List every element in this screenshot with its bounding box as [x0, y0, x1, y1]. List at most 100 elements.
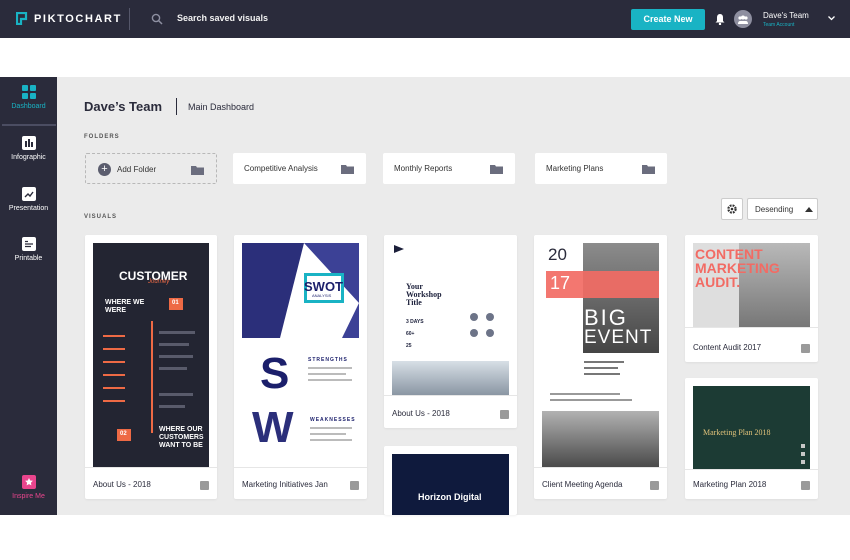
card-divider — [85, 467, 217, 468]
printable-icon — [21, 237, 36, 251]
sidebar-item-infographic[interactable]: Infographic — [0, 136, 57, 161]
search-icon[interactable] — [151, 13, 163, 25]
bell-icon[interactable] — [715, 13, 725, 25]
logo[interactable]: PIKTOCHART — [16, 12, 122, 25]
inspire-me-label: Inspire Me — [12, 493, 45, 500]
thumb-text: 3 DAYS — [406, 319, 424, 325]
card-divider — [685, 469, 818, 470]
chevron-down-icon[interactable] — [828, 15, 835, 21]
sidebar-item-label: Dashboard — [11, 103, 46, 110]
card-divider — [685, 327, 818, 328]
card-divider — [234, 467, 367, 468]
thumbnail: CUSTOMER Journey WHERE WE WERE 01 02 WHE… — [93, 243, 209, 467]
visuals-label: VISUALS — [84, 214, 118, 220]
presentation-icon — [21, 187, 36, 201]
thumb-heading: WHERE WE WERE — [105, 299, 145, 314]
folder-item[interactable]: Marketing Plans — [535, 153, 667, 184]
thumb-logo — [394, 245, 404, 253]
team-account-label: Team Account — [763, 22, 795, 28]
team-name[interactable]: Dave's Team — [763, 11, 809, 20]
avatar[interactable] — [734, 10, 752, 28]
sidebar-divider — [2, 124, 56, 126]
top-bar: PIKTOCHART Search saved visuals Create N… — [0, 0, 850, 38]
card-caption: About Us - 2018 — [392, 409, 450, 418]
thumbnail: CONTENT MARKETING AUDIT. — [693, 243, 810, 327]
folder-name: Monthly Reports — [394, 164, 453, 173]
gear-icon — [727, 204, 737, 214]
thumb-badge: 01 — [172, 300, 179, 306]
infographic-icon — [350, 481, 359, 490]
card-divider — [534, 467, 667, 468]
folder-item[interactable]: Competitive Analysis — [233, 153, 366, 184]
thumbnail: Your Workshop Title 3 DAYS 60+ 25 — [392, 243, 509, 395]
sidebar-item-label: Presentation — [8, 205, 49, 212]
thumb-text: 20 — [548, 245, 567, 264]
add-folder-label: Add Folder — [117, 165, 157, 174]
presentation-icon — [801, 344, 810, 353]
create-new-button[interactable]: Create New — [631, 9, 705, 30]
sidebar-item-dashboard[interactable]: Dashboard — [0, 85, 57, 110]
thumb-title: CONTENT MARKETING AUDIT. — [695, 246, 780, 290]
card-caption: About Us - 2018 — [93, 480, 151, 489]
folder-item[interactable]: Monthly Reports — [383, 153, 515, 184]
thumb-title: Horizon Digital — [418, 492, 482, 502]
thumb-title: SWOT — [304, 279, 343, 294]
thumb-subtitle: ANALYSIS — [312, 293, 332, 298]
sort-label: Desending — [755, 205, 794, 214]
add-folder-button[interactable]: + Add Folder — [85, 153, 217, 184]
team-avatar-icon — [738, 15, 748, 24]
search-input[interactable]: Search saved visuals — [177, 13, 268, 23]
thumb-letter: S — [260, 349, 290, 398]
folder-name: Marketing Plans — [546, 164, 604, 173]
visual-card[interactable]: CONTENT MARKETING AUDIT. Content Audit 2… — [685, 235, 818, 362]
folder-icon — [490, 165, 503, 174]
folder-name: Competitive Analysis — [244, 164, 318, 173]
thumb-letter: W — [252, 403, 294, 452]
visual-card[interactable]: SWOT ANALYSIS S STRENGTHS W WEAKNESSES M… — [234, 235, 367, 499]
sidebar-item-presentation[interactable]: Presentation — [0, 187, 57, 212]
breadcrumb-divider — [176, 98, 177, 115]
infographic-icon — [200, 481, 209, 490]
thumb-text: 17 — [550, 273, 571, 293]
infographic-icon — [650, 481, 659, 490]
visual-card[interactable]: Your Workshop Title 3 DAYS 60+ 25 About … — [384, 235, 517, 428]
inspire-me-button[interactable]: Inspire Me — [0, 475, 57, 500]
thumb-heading: WHERE OUR CUSTOMERS WANT TO BE — [159, 426, 204, 449]
presentation-icon — [500, 410, 509, 419]
dashboard-icon — [21, 85, 36, 99]
page-title: Dave’s Team — [84, 99, 163, 114]
thumb-text: 60+ — [406, 331, 415, 337]
presentation-icon — [801, 481, 810, 490]
thumb-text: WEAKNESSES — [310, 417, 356, 423]
infographic-icon — [21, 136, 36, 150]
thumbnail: 20 17 BIG EVENT — [542, 243, 659, 467]
thumb-text: 25 — [406, 343, 412, 349]
thumb-title: Marketing Plan 2018 — [703, 428, 771, 437]
thumb-subtitle: Journey — [148, 279, 170, 285]
thumbnail: SWOT ANALYSIS S STRENGTHS W WEAKNESSES — [242, 243, 359, 467]
thumb-text: STRENGTHS — [308, 357, 348, 363]
plus-icon: + — [98, 163, 111, 176]
sidebar-item-label: Printable — [14, 255, 43, 262]
caret-up-icon — [805, 207, 813, 212]
visual-card[interactable]: Horizon Digital — [384, 446, 517, 515]
visual-card[interactable]: 20 17 BIG EVENT Client Meeting Agenda — [534, 235, 667, 499]
top-divider — [129, 8, 130, 30]
card-caption: Client Meeting Agenda — [542, 480, 623, 489]
visual-card[interactable]: CUSTOMER Journey WHERE WE WERE 01 02 WHE… — [85, 235, 217, 499]
sidebar-item-printable[interactable]: Printable — [0, 237, 57, 262]
card-divider — [384, 395, 517, 396]
visual-card[interactable]: Marketing Plan 2018 Marketing Plan 2018 — [685, 378, 818, 499]
breadcrumb[interactable]: Main Dashboard — [188, 102, 254, 112]
card-caption: Marketing Initiatives Jan — [242, 480, 328, 489]
sort-dropdown[interactable]: Desending — [747, 198, 818, 220]
card-caption: Content Audit 2017 — [693, 343, 762, 352]
star-icon — [21, 475, 36, 489]
thumb-text: EVENT — [584, 327, 653, 348]
folder-icon — [341, 165, 354, 174]
folders-label: FOLDERS — [84, 134, 120, 140]
settings-button[interactable] — [721, 198, 743, 220]
folder-icon — [642, 165, 655, 174]
sidebar-item-label: Infographic — [11, 154, 46, 161]
thumb-title: Your Workshop Title — [406, 282, 442, 307]
